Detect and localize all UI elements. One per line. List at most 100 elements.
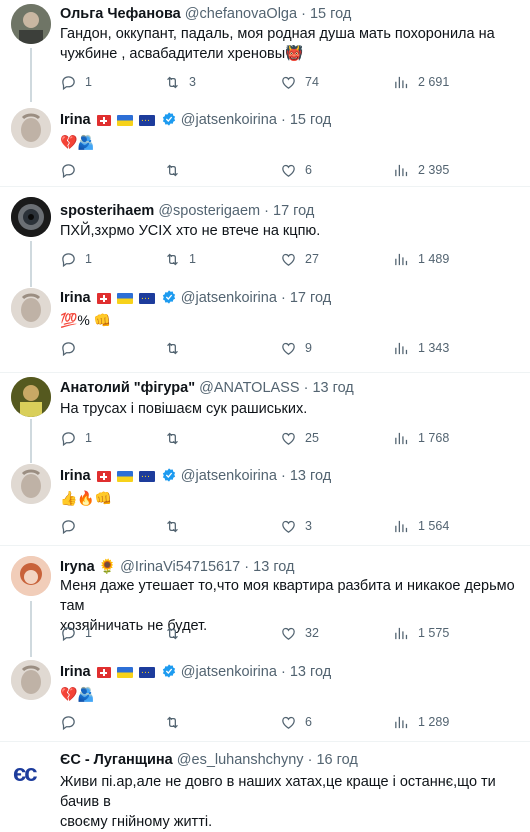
avatar[interactable] [11, 197, 51, 237]
reply-button[interactable]: 1 [60, 428, 92, 448]
author-handle[interactable]: @sposterigaem [158, 203, 260, 219]
retweet-button[interactable] [164, 428, 189, 448]
avatar[interactable] [11, 464, 51, 504]
tweet[interactable]: Irina @jatsenkoirina · 15 год 💔🫂 6 2 395 [0, 100, 530, 186]
verified-badge-icon [162, 290, 175, 304]
timestamp[interactable]: 16 год [316, 752, 357, 768]
author-handle[interactable]: @jatsenkoirina [181, 112, 277, 128]
retweet-button[interactable] [164, 516, 189, 536]
author-name[interactable]: Iryna [60, 559, 95, 575]
avatar[interactable] [11, 377, 51, 417]
eu-flag-icon [138, 663, 155, 682]
like-button[interactable]: 3 [280, 516, 312, 536]
views-count: 1 489 [418, 252, 450, 266]
timestamp[interactable]: 17 год [290, 290, 331, 306]
tweet[interactable]: Irina @jatsenkoirina · 13 год 👍🔥👊 3 1 56… [0, 458, 530, 545]
timestamp[interactable]: 13 год [312, 380, 353, 396]
author-handle[interactable]: @chefanovaOlga [185, 6, 297, 22]
reply-icon [62, 341, 75, 356]
author-name[interactable]: sposterihaem [60, 203, 154, 219]
like-button[interactable]: 9 [280, 338, 312, 358]
author-name[interactable]: Ольга Чефанова [60, 6, 181, 22]
like-button[interactable]: 32 [280, 623, 319, 643]
tweet[interactable]: Irina @jatsenkoirina · 13 год 💔🫂 6 1 289 [0, 654, 530, 741]
views-button[interactable]: 1 575 [393, 623, 449, 643]
action-bar: 1 3 74 2 691 [60, 72, 520, 92]
timestamp[interactable]: 13 год [290, 664, 331, 680]
tweet-line: Гандон, оккупант, падаль, моя родная душ… [60, 26, 495, 42]
retweet-button[interactable] [164, 338, 189, 358]
swiss-flag-icon [96, 115, 111, 126]
heart-icon [282, 716, 295, 729]
reply-button[interactable] [60, 338, 85, 358]
views-button[interactable]: 2 691 [393, 72, 449, 92]
timestamp[interactable]: 17 год [273, 203, 314, 219]
author-name[interactable]: Irina [60, 468, 91, 484]
ukraine-flag-icon [116, 667, 133, 678]
separator-dot: · [280, 468, 286, 484]
heart-icon [282, 432, 295, 445]
author-name[interactable]: Irina [60, 290, 91, 306]
tweet[interactable]: Irina @jatsenkoirina · 17 год 💯% 👊 9 1 3… [0, 282, 530, 372]
avatar[interactable] [11, 288, 51, 328]
separator-dot: · [280, 664, 286, 680]
like-count: 6 [305, 715, 312, 729]
retweet-button[interactable] [164, 712, 189, 732]
views-button[interactable]: 1 768 [393, 428, 449, 448]
like-button[interactable]: 6 [280, 160, 312, 180]
timestamp[interactable]: 13 год [253, 559, 294, 575]
author-handle[interactable]: @jatsenkoirina [181, 290, 277, 306]
reply-count: 1 [85, 75, 92, 89]
action-bar: 6 1 289 [60, 712, 520, 732]
es-logo: єс [13, 760, 38, 787]
reply-button[interactable]: 1 [60, 623, 92, 643]
timestamp[interactable]: 13 год [290, 468, 331, 484]
author-name[interactable]: Irina [60, 112, 91, 128]
retweet-button[interactable] [164, 160, 189, 180]
avatar[interactable]: єс [11, 754, 51, 794]
tweet[interactable]: Iryna 🌻 @IrinaVi54715617 · 13 год Меня д… [0, 546, 530, 657]
like-button[interactable]: 27 [280, 249, 319, 269]
author-handle[interactable]: @ANATOLASS [199, 380, 299, 396]
like-button[interactable]: 74 [280, 72, 319, 92]
views-button[interactable]: 1 343 [393, 338, 449, 358]
timestamp[interactable]: 15 год [310, 6, 351, 22]
views-button[interactable]: 1 489 [393, 249, 449, 269]
avatar[interactable] [11, 108, 51, 148]
heart-icon [282, 627, 295, 640]
avatar[interactable] [11, 556, 51, 596]
reply-button[interactable]: 1 [60, 72, 92, 92]
reply-button[interactable] [60, 516, 85, 536]
author-handle[interactable]: @jatsenkoirina [181, 664, 277, 680]
tweet-text: 👍🔥👊 [60, 490, 113, 506]
views-icon [395, 342, 408, 354]
views-button[interactable]: 2 395 [393, 160, 449, 180]
tweet[interactable]: sposterihaem @sposterigaem · 17 год ПХЙ,… [0, 187, 530, 287]
tweet[interactable]: єс ЄС - Луганщина @es_luhanshchyny · 16 … [0, 742, 530, 830]
retweet-icon [167, 342, 178, 354]
retweet-button[interactable]: 3 [164, 72, 196, 92]
author-name[interactable]: Анатолий "фігура" [60, 380, 195, 396]
author-handle[interactable]: @IrinaVi54715617 [120, 559, 240, 575]
author-handle[interactable]: @jatsenkoirina [181, 468, 277, 484]
author-handle[interactable]: @es_luhanshchyny [177, 752, 304, 768]
retweet-icon [167, 520, 178, 532]
retweet-button[interactable]: 1 [164, 249, 196, 269]
like-button[interactable]: 25 [280, 428, 319, 448]
views-button[interactable]: 1 289 [393, 712, 449, 732]
reply-button[interactable]: 1 [60, 249, 92, 269]
views-button[interactable]: 1 564 [393, 516, 449, 536]
action-bar: 1 1 27 1 489 [60, 249, 520, 269]
tweet[interactable]: Анатолий "фігура" @ANATOLASS · 13 год На… [0, 373, 530, 463]
author-name[interactable]: Irina [60, 664, 91, 680]
timestamp[interactable]: 15 год [290, 112, 331, 128]
avatar[interactable] [11, 660, 51, 700]
like-button[interactable]: 6 [280, 712, 312, 732]
avatar[interactable] [11, 4, 51, 44]
author-name[interactable]: ЄС - Луганщина [60, 752, 173, 768]
retweet-button[interactable] [164, 623, 189, 643]
action-bar: 3 1 564 [60, 516, 520, 536]
reply-button[interactable] [60, 160, 85, 180]
like-count: 32 [305, 626, 319, 640]
reply-button[interactable] [60, 712, 85, 732]
